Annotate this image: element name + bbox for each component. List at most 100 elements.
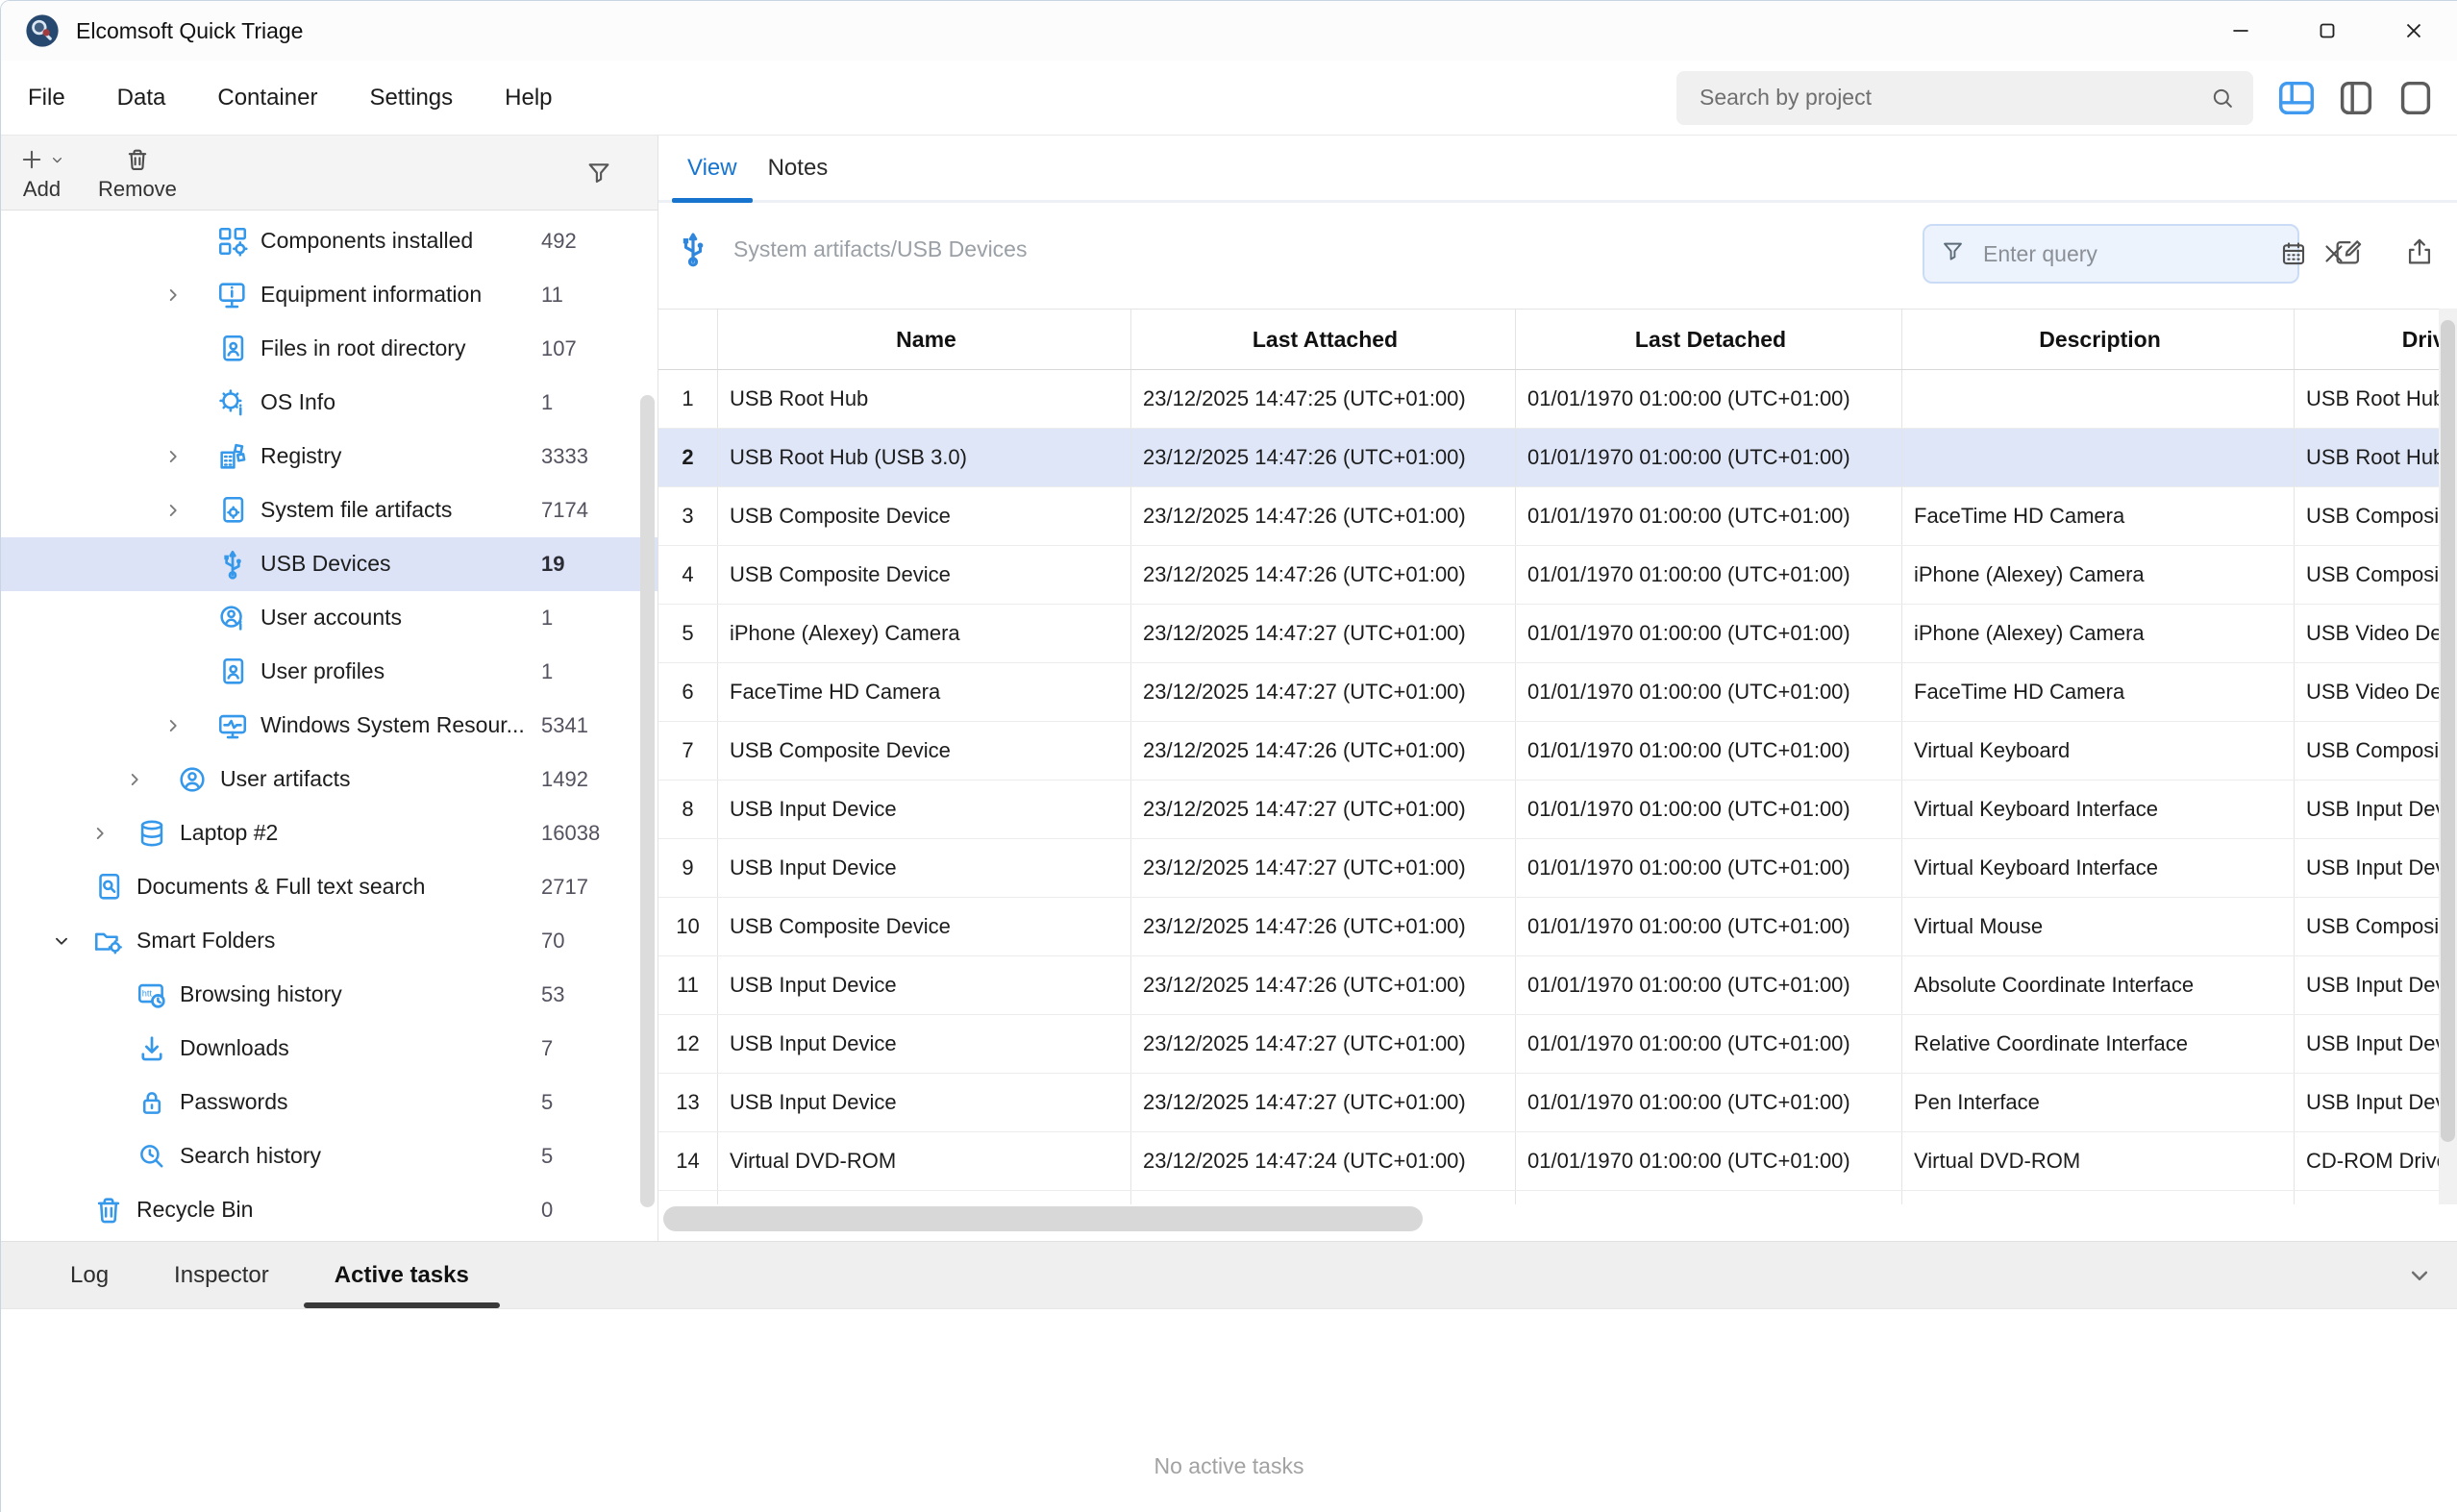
horizontal-scrollbar-thumb[interactable] bbox=[663, 1206, 1423, 1231]
file-person-icon bbox=[216, 656, 249, 688]
sidebar-item-search-history[interactable]: Search history5 bbox=[1, 1129, 658, 1183]
main-panel: ViewNotes System artifacts/USB Devices N… bbox=[658, 136, 2457, 1241]
search-input[interactable] bbox=[1700, 85, 2209, 111]
project-search-box[interactable] bbox=[1676, 71, 2253, 125]
menu-data[interactable]: Data bbox=[117, 85, 166, 112]
chevron-right-icon[interactable] bbox=[162, 715, 184, 736]
table-row[interactable]: 5iPhone (Alexey) Camera23/12/2025 14:47:… bbox=[658, 605, 2457, 663]
search-icon bbox=[2209, 85, 2236, 112]
calendar-button[interactable] bbox=[2279, 239, 2308, 268]
query-input[interactable] bbox=[1983, 241, 2268, 267]
sidebar-item-browsing-history[interactable]: Browsing history53 bbox=[1, 968, 658, 1022]
col-header-name[interactable]: Name bbox=[718, 310, 1131, 369]
sidebar-item-user-accounts[interactable]: User accounts1 bbox=[1, 591, 658, 645]
table-row[interactable]: 3USB Composite Device23/12/2025 14:47:26… bbox=[658, 487, 2457, 546]
layout-split-button[interactable] bbox=[2334, 76, 2378, 120]
table-row[interactable]: 1USB Root Hub23/12/2025 14:47:25 (UTC+01… bbox=[658, 370, 2457, 429]
sidebar-item-count: 7 bbox=[541, 1036, 553, 1061]
layout-single-button[interactable] bbox=[2394, 76, 2438, 120]
tab-view[interactable]: View bbox=[672, 136, 753, 200]
cell-description: iPhone (Alexey) Camera bbox=[1902, 546, 2295, 604]
sidebar-item-windows-system-resour[interactable]: Windows System Resour...5341 bbox=[1, 699, 658, 753]
col-header-description[interactable]: Description bbox=[1902, 310, 2295, 369]
chevron-down-icon[interactable] bbox=[51, 930, 72, 952]
col-header-driver-description[interactable]: Driver Description bbox=[2295, 310, 2457, 369]
table-row[interactable]: 4USB Composite Device23/12/2025 14:47:26… bbox=[658, 546, 2457, 605]
download-icon bbox=[136, 1032, 168, 1065]
sidebar-item-documents-full-text-search[interactable]: Documents & Full text search2717 bbox=[1, 860, 658, 914]
table-row[interactable]: 13USB Input Device23/12/2025 14:47:27 (U… bbox=[658, 1074, 2457, 1132]
vertical-scrollbar-thumb[interactable] bbox=[2441, 320, 2455, 1142]
layout-sidebar-bottom-button[interactable] bbox=[2274, 76, 2319, 120]
edit-button[interactable] bbox=[2332, 235, 2365, 268]
table-row[interactable]: 7USB Composite Device23/12/2025 14:47:26… bbox=[658, 722, 2457, 781]
sidebar-item-count: 0 bbox=[541, 1198, 553, 1223]
tab-notes[interactable]: Notes bbox=[753, 136, 844, 200]
bottom-tab-active-tasks[interactable]: Active tasks bbox=[302, 1242, 502, 1308]
table-row[interactable]: 10USB Composite Device23/12/2025 14:47:2… bbox=[658, 898, 2457, 956]
sidebar-item-os-info[interactable]: OS Info1 bbox=[1, 376, 658, 430]
export-button[interactable] bbox=[2403, 235, 2436, 268]
lock-glyph bbox=[136, 1086, 168, 1119]
sidebar-item-registry[interactable]: Registry3333 bbox=[1, 430, 658, 483]
table-row[interactable]: 12USB Input Device23/12/2025 14:47:27 (U… bbox=[658, 1015, 2457, 1074]
file-person-glyph bbox=[216, 656, 249, 688]
table-row[interactable]: 11USB Input Device23/12/2025 14:47:26 (U… bbox=[658, 956, 2457, 1015]
cell-name: USB Input Device bbox=[718, 956, 1131, 1014]
chevron-right-icon[interactable] bbox=[162, 446, 184, 467]
sidebar-item-components-installed[interactable]: Components installed492 bbox=[1, 214, 658, 268]
table-row[interactable]: 6FaceTime HD Camera23/12/2025 14:47:27 (… bbox=[658, 663, 2457, 722]
menu-help[interactable]: Help bbox=[505, 85, 552, 112]
usb-devices-table: NameLast AttachedLast DetachedDescriptio… bbox=[658, 309, 2457, 1204]
col-header-row-number[interactable] bbox=[658, 310, 718, 369]
registry-glyph bbox=[216, 440, 249, 473]
registry-icon bbox=[216, 440, 249, 473]
col-header-last-detached[interactable]: Last Detached bbox=[1516, 310, 1902, 369]
table-row[interactable]: 2USB Root Hub (USB 3.0)23/12/2025 14:47:… bbox=[658, 429, 2457, 487]
table-row[interactable]: 8USB Input Device23/12/2025 14:47:27 (UT… bbox=[658, 781, 2457, 839]
remove-button[interactable]: Remove bbox=[98, 143, 177, 202]
sidebar-item-recycle-bin[interactable]: Recycle Bin0 bbox=[1, 1183, 658, 1237]
os-info-icon bbox=[216, 386, 249, 419]
menu-file[interactable]: File bbox=[28, 85, 65, 112]
sidebar-item-laptop-2[interactable]: Laptop #216038 bbox=[1, 806, 658, 860]
sidebar-item-label: User profiles bbox=[261, 658, 385, 684]
menu-container[interactable]: Container bbox=[217, 85, 317, 112]
sidebar-item-user-profiles[interactable]: User profiles1 bbox=[1, 645, 658, 699]
close-button[interactable] bbox=[2370, 1, 2457, 61]
file-gear-glyph bbox=[216, 494, 249, 527]
bottom-tab-log[interactable]: Log bbox=[37, 1242, 141, 1308]
minimize-button[interactable] bbox=[2197, 1, 2284, 61]
sidebar-item-downloads[interactable]: Downloads7 bbox=[1, 1022, 658, 1076]
chevron-right-icon[interactable] bbox=[124, 769, 145, 790]
sidebar-item-count: 53 bbox=[541, 982, 564, 1007]
sidebar-scrollbar-thumb[interactable] bbox=[640, 395, 655, 1207]
cell-last-attached: 23/12/2025 14:47:24 (UTC+01:00) bbox=[1131, 1132, 1516, 1190]
sidebar-item-equipment-information[interactable]: Equipment information11 bbox=[1, 268, 658, 322]
chevron-right-icon[interactable] bbox=[162, 285, 184, 306]
sidebar-item-smart-folders[interactable]: Smart Folders70 bbox=[1, 914, 658, 968]
sidebar-item-files-in-root-directory[interactable]: Files in root directory107 bbox=[1, 322, 658, 376]
query-box[interactable] bbox=[1923, 224, 2299, 284]
sidebar-item-passwords[interactable]: Passwords5 bbox=[1, 1076, 658, 1129]
app-logo-icon bbox=[24, 12, 61, 49]
sidebar-filter-button[interactable] bbox=[584, 159, 613, 187]
table-row[interactable]: 9USB Input Device23/12/2025 14:47:27 (UT… bbox=[658, 839, 2457, 898]
sidebar-item-usb-devices[interactable]: USB Devices19 bbox=[1, 537, 658, 591]
cell-row-number: 6 bbox=[658, 663, 718, 721]
sidebar-item-system-file-artifacts[interactable]: System file artifacts7174 bbox=[1, 483, 658, 537]
sidebar-item-user-artifacts[interactable]: User artifacts1492 bbox=[1, 753, 658, 806]
table-row[interactable]: 14Virtual DVD-ROM23/12/2025 14:47:24 (UT… bbox=[658, 1132, 2457, 1191]
col-header-last-attached[interactable]: Last Attached bbox=[1131, 310, 1516, 369]
sidebar-item-count: 5 bbox=[541, 1144, 553, 1169]
maximize-button[interactable] bbox=[2284, 1, 2370, 61]
maximize-icon bbox=[2315, 18, 2340, 43]
chevron-right-icon[interactable] bbox=[162, 500, 184, 521]
collapse-panel-button[interactable] bbox=[2405, 1261, 2434, 1290]
bottom-tab-inspector[interactable]: Inspector bbox=[141, 1242, 302, 1308]
chevron-right-icon[interactable] bbox=[89, 823, 111, 844]
add-button[interactable]: Add bbox=[18, 143, 65, 202]
menu-settings[interactable]: Settings bbox=[369, 85, 453, 112]
sidebar-item-count: 16038 bbox=[541, 821, 600, 846]
cell-empty bbox=[718, 1191, 1131, 1204]
